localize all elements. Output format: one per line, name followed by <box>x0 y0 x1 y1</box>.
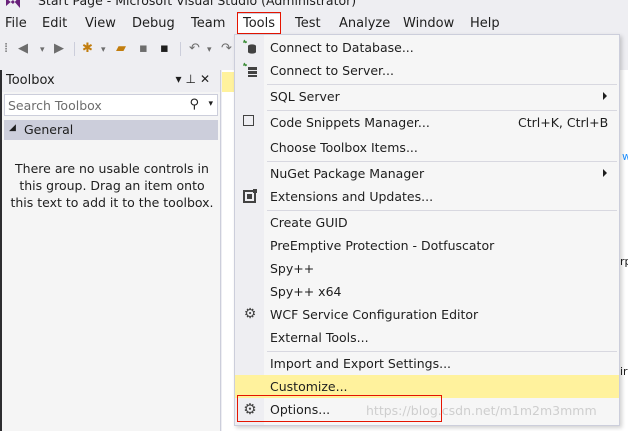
search-placeholder: Search Toolbox <box>8 98 102 113</box>
background-fragment: ir <box>620 365 628 378</box>
connect-database-icon <box>243 39 256 54</box>
menu-item-spy-plus-plus[interactable]: Spy++ <box>235 257 619 280</box>
menu-item-shortcut: Ctrl+K, Ctrl+B <box>518 115 609 130</box>
menu-item-label: SQL Server <box>270 89 340 104</box>
empty-group-message: There are no usable controls in this gro… <box>10 161 214 210</box>
menu-analyze[interactable]: Analyze <box>339 14 390 34</box>
search-options-dropdown-icon[interactable]: ▾ <box>208 99 213 109</box>
menu-item-import-export-settings[interactable]: Import and Export Settings... <box>235 352 619 375</box>
menu-view[interactable]: View <box>85 14 116 34</box>
toolbox-window-controls: ▾⊥✕ <box>175 72 214 86</box>
menu-item-choose-toolbox-items[interactable]: Choose Toolbox Items... <box>235 136 619 159</box>
watermark-text: https://blog.csdn.net/m1m2m3mmm <box>366 403 597 418</box>
menu-item-label: Connect to Server... <box>270 63 394 78</box>
menu-item-nuget-package-manager[interactable]: NuGet Package Manager <box>235 162 619 185</box>
menu-item-code-snippets-manager[interactable]: Code Snippets Manager... Ctrl+K, Ctrl+B <box>235 111 619 134</box>
menu-team[interactable]: Team <box>191 14 225 34</box>
window-position-dropdown-icon[interactable]: ▾ <box>175 72 185 86</box>
open-file-icon[interactable]: ▰ <box>116 41 126 56</box>
extensions-icon <box>243 189 257 203</box>
menu-item-label: Code Snippets Manager... <box>270 115 430 130</box>
menu-item-create-guid[interactable]: Create GUID <box>235 211 619 234</box>
menu-item-extensions-and-updates[interactable]: Extensions and Updates... <box>235 185 619 208</box>
menu-item-label: Import and Export Settings... <box>270 356 452 371</box>
submenu-arrow-icon <box>603 169 607 177</box>
toolbox-search-input[interactable]: Search Toolbox ⚲ ▾ <box>4 94 218 116</box>
menu-item-spy-plus-plus-x64[interactable]: Spy++ x64 <box>235 280 619 303</box>
menu-item-label: Customize... <box>270 379 348 394</box>
connect-server-icon <box>243 62 257 77</box>
toolbar-grip-icon: ⁞ <box>4 41 9 56</box>
background-fragment: w <box>622 150 628 163</box>
menu-item-connect-database[interactable]: Connect to Database... <box>235 36 619 59</box>
window-title: Start Page - Microsoft Visual Studio (Ad… <box>38 0 357 8</box>
menu-test[interactable]: Test <box>295 14 321 34</box>
menu-item-dotfuscator[interactable]: PreEmptive Protection - Dotfuscator <box>235 234 619 257</box>
navigate-forward-icon[interactable]: ▶ <box>54 41 64 56</box>
toolbox-panel: Toolbox ▾⊥✕ Search Toolbox ⚲ ▾ ◢ General… <box>2 70 221 431</box>
menu-item-label: Spy++ <box>270 261 315 276</box>
menu-item-label: Extensions and Updates... <box>270 189 434 204</box>
menu-help[interactable]: Help <box>470 14 500 34</box>
wcf-gear-icon: ⚙ <box>243 306 257 322</box>
group-label: General <box>24 122 74 137</box>
toolbox-title: Toolbox <box>6 73 55 88</box>
menu-edit[interactable]: Edit <box>42 14 67 34</box>
menu-item-label: Choose Toolbox Items... <box>270 140 418 155</box>
new-project-icon[interactable]: ✱ <box>82 41 93 56</box>
menu-item-label: WCF Service Configuration Editor <box>270 307 479 322</box>
menu-item-label: PreEmptive Protection - Dotfuscator <box>270 238 495 253</box>
menu-item-connect-server[interactable]: Connect to Server... <box>235 59 619 82</box>
snippets-checkbox-icon <box>243 115 254 126</box>
standard-toolbar: ⁞ ◀ ▾ ▶ ✱ ▾ ▰ ▪ ▪ ↶ ▾ ↷ <box>0 36 236 62</box>
toolbar-separator <box>74 42 75 56</box>
visual-studio-logo-icon <box>6 0 20 8</box>
menu-item-label: Spy++ x64 <box>270 284 342 299</box>
save-icon[interactable]: ▪ <box>139 41 148 56</box>
menu-file[interactable]: File <box>5 14 27 34</box>
close-icon[interactable]: ✕ <box>200 72 214 86</box>
menu-window[interactable]: Window <box>403 14 454 34</box>
menu-item-sql-server[interactable]: SQL Server <box>235 85 619 108</box>
menu-item-label: Connect to Database... <box>270 40 414 55</box>
menu-item-label: External Tools... <box>270 330 369 345</box>
menu-bar: File Edit View Debug Team Tools Test Ana… <box>0 12 628 36</box>
toolbox-header: Toolbox ▾⊥✕ <box>2 70 220 92</box>
collapse-arrow-icon[interactable]: ◢ <box>9 123 16 133</box>
menu-item-label: NuGet Package Manager <box>270 166 425 181</box>
undo-dropdown-icon[interactable]: ▾ <box>207 45 212 55</box>
navigate-back-icon[interactable]: ◀ <box>18 41 28 56</box>
menu-item-wcf-config-editor[interactable]: ⚙ WCF Service Configuration Editor <box>235 303 619 326</box>
pin-icon[interactable]: ⊥ <box>185 72 199 86</box>
toolbox-group-general[interactable]: ◢ General <box>4 120 218 140</box>
menu-item-label: Create GUID <box>270 215 348 230</box>
tools-menu-dropdown: Connect to Database... Connect to Server… <box>234 34 620 426</box>
toolbar-separator <box>180 42 181 56</box>
title-bar: Start Page - Microsoft Visual Studio (Ad… <box>0 0 628 12</box>
new-dropdown-icon[interactable]: ▾ <box>101 45 106 55</box>
background-fragment: rp <box>620 255 628 268</box>
save-all-icon[interactable]: ▪ <box>160 41 169 56</box>
search-icon[interactable]: ⚲ <box>189 97 199 112</box>
undo-icon[interactable]: ↶ <box>189 41 200 56</box>
submenu-arrow-icon <box>603 92 607 100</box>
tools-annotation-box <box>237 12 281 34</box>
menu-item-external-tools[interactable]: External Tools... <box>235 326 619 349</box>
menu-debug[interactable]: Debug <box>132 14 175 34</box>
redo-icon[interactable]: ↷ <box>221 41 232 56</box>
back-dropdown-icon[interactable]: ▾ <box>40 45 45 55</box>
